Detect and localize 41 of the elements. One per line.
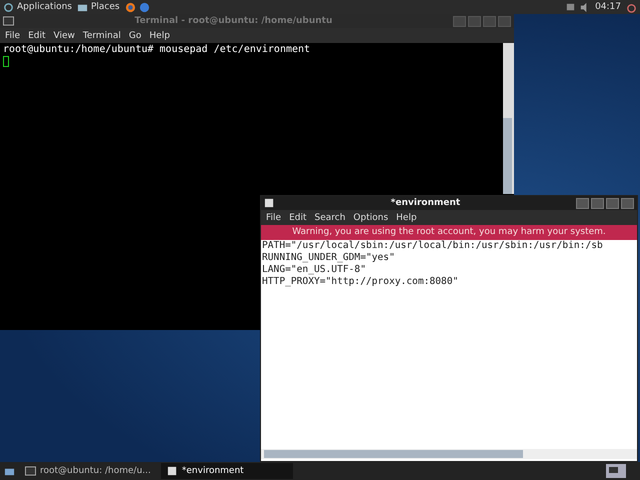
menu-item[interactable]: Help	[149, 30, 170, 40]
menu-item[interactable]: Go	[128, 30, 142, 40]
menu-item[interactable]: Edit	[28, 30, 46, 40]
minimize-button[interactable]	[591, 198, 604, 208]
taskbar-button[interactable]: *environment	[160, 463, 293, 479]
clock[interactable]: 04:17	[595, 2, 621, 12]
maximize-button[interactable]	[483, 16, 496, 26]
scrollbar-thumb[interactable]	[264, 450, 523, 458]
minimize-button[interactable]	[468, 16, 481, 26]
menu-item[interactable]: File	[266, 212, 282, 222]
text-line: LANG="en_US.UTF-8"	[262, 264, 367, 276]
menu-item[interactable]: View	[54, 30, 75, 40]
text-line: RUNNING_UNDER_GDM="yes"	[262, 252, 396, 264]
close-button[interactable]	[498, 16, 511, 26]
workspace-icon[interactable]	[606, 464, 626, 478]
scrollbar[interactable]	[261, 449, 637, 459]
window-title: Terminal - root@ubuntu: /home/ubuntu	[134, 16, 334, 26]
menu-item[interactable]: Terminal	[82, 30, 121, 40]
scrollbar-thumb[interactable]	[503, 118, 512, 194]
menu-item[interactable]: Search	[314, 212, 346, 222]
text-line: PATH="/usr/local/sbin:/usr/local/bin:/usr/sbin:/usr/bin:/sb	[262, 240, 604, 252]
close-button[interactable]	[621, 198, 634, 208]
warning-bar: Warning, you are using the root account, you may harm your system.	[261, 225, 637, 240]
menu-item[interactable]: Options	[353, 212, 388, 222]
document-icon	[166, 466, 178, 476]
pin-button[interactable]	[576, 198, 589, 208]
menu-item[interactable]: Help	[396, 212, 417, 222]
maximize-button[interactable]	[606, 198, 619, 208]
terminal-icon	[25, 466, 36, 476]
taskbar-button[interactable]: root@ubuntu: /home/u...	[19, 463, 157, 479]
menu-item[interactable]: File	[5, 30, 20, 40]
panel-menu[interactable]: Places	[90, 2, 120, 12]
text-line: HTTP_PROXY="http://proxy.com:8080"	[262, 276, 460, 288]
window-title: *environment	[390, 198, 462, 208]
panel-menu[interactable]: Applications	[17, 2, 72, 12]
scrollbar[interactable]	[503, 43, 514, 194]
menu-item[interactable]: Edit	[289, 212, 306, 222]
cursor	[3, 56, 9, 67]
terminal-line: root@ubuntu:/home/ubuntu# mousepad /etc/environment	[3, 44, 312, 56]
document-icon	[264, 198, 275, 208]
pin-button[interactable]	[453, 16, 466, 26]
